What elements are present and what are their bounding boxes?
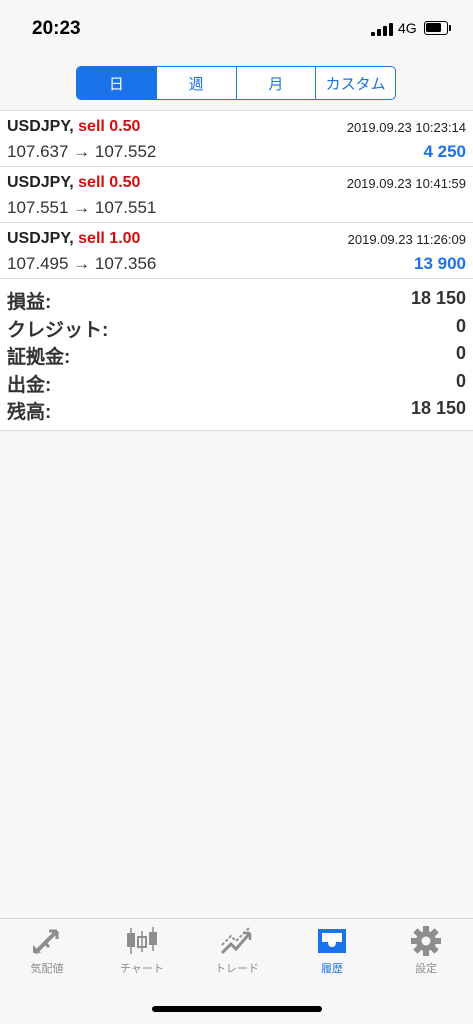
deal-time: 2019.09.23 10:41:59: [346, 176, 466, 191]
tab-quotes[interactable]: 気配値: [0, 925, 94, 985]
summary-label: クレジット:: [7, 319, 109, 341]
tab-chart[interactable]: チャート: [95, 925, 189, 985]
account-summary: 損益: 18 150 クレジット: 0 証拠金: 0 出金: 0 残高: 18 …: [0, 279, 473, 431]
segment-day[interactable]: 日: [77, 67, 156, 99]
summary-value: 0: [455, 343, 466, 363]
history-icon: [318, 929, 346, 953]
summary-label: 残高:: [7, 402, 52, 423]
deal-side-volume: sell 0.50: [78, 118, 141, 135]
tab-label: 設定: [415, 963, 437, 975]
deal-prices: 107.637 → 107.552: [7, 142, 157, 161]
period-segmented-control: 日 週 月 カスタム: [76, 66, 396, 100]
chart-icon: [127, 927, 157, 954]
deal-time: 2019.09.23 10:23:14: [346, 120, 466, 135]
summary-row-withdrawal: 出金: 0: [0, 369, 473, 397]
battery-icon: [424, 21, 451, 35]
deal-row[interactable]: USDJPY, sell 0.50 2019.09.23 10:41:59 10…: [0, 167, 473, 223]
summary-label: 証拠金:: [7, 347, 71, 368]
deal-profit: 4 250: [423, 142, 466, 161]
tab-label: 気配値: [30, 963, 64, 975]
quotes-icon: [33, 929, 59, 955]
deal-symbol: USDJPY,: [7, 174, 74, 191]
summary-label: 損益:: [7, 292, 52, 313]
deal-side-volume: sell 1.00: [78, 230, 141, 247]
summary-row-margin: 証拠金: 0: [0, 341, 473, 369]
summary-value: 0: [455, 315, 466, 336]
deal-prices: 107.551 → 107.551: [7, 198, 157, 217]
deal-time: 2019.09.23 11:26:09: [347, 232, 466, 247]
cellular-signal-icon: [371, 22, 393, 36]
tab-trade[interactable]: トレード: [190, 925, 284, 985]
summary-value: 0: [455, 370, 466, 391]
history-screen: 20:23 4G 日 週 月 カスタム USDJPY, sell 0.50 20…: [0, 0, 473, 1024]
deals-list: USDJPY, sell 0.50 2019.09.23 10:23:14 10…: [0, 110, 473, 431]
network-type: 4G: [398, 20, 417, 36]
summary-row-profit: 損益: 18 150: [0, 286, 473, 314]
deal-symbol: USDJPY,: [7, 118, 74, 135]
tab-label: トレード: [215, 963, 259, 975]
deal-symbol: USDJPY,: [7, 230, 74, 247]
status-bar: 20:23 4G: [0, 0, 473, 56]
tab-history[interactable]: 履歴: [285, 925, 379, 985]
deal-row[interactable]: USDJPY, sell 0.50 2019.09.23 10:23:14 10…: [0, 111, 473, 167]
summary-row-credit: クレジット: 0: [0, 314, 473, 342]
tab-settings[interactable]: 設定: [379, 925, 473, 985]
deal-profit: 13 900: [414, 254, 466, 273]
deal-prices: 107.495 → 107.356: [7, 254, 157, 273]
tab-label: 履歴: [321, 963, 343, 975]
segment-month[interactable]: 月: [235, 67, 316, 99]
summary-row-balance: 残高: 18 150: [0, 396, 473, 424]
trade-icon: [220, 926, 252, 955]
segment-custom[interactable]: カスタム: [315, 67, 395, 99]
home-indicator: [152, 1006, 322, 1012]
summary-label: 出金:: [7, 374, 52, 396]
deal-side-volume: sell 0.50: [78, 174, 141, 191]
status-time: 20:23: [32, 18, 81, 39]
deal-row[interactable]: USDJPY, sell 1.00 2019.09.23 11:26:09 10…: [0, 223, 473, 279]
settings-icon: [411, 926, 441, 956]
tab-label: チャート: [120, 963, 164, 975]
summary-value: 18 150: [410, 398, 466, 418]
segment-week[interactable]: 週: [155, 67, 236, 99]
summary-value: 18 150: [410, 288, 466, 308]
